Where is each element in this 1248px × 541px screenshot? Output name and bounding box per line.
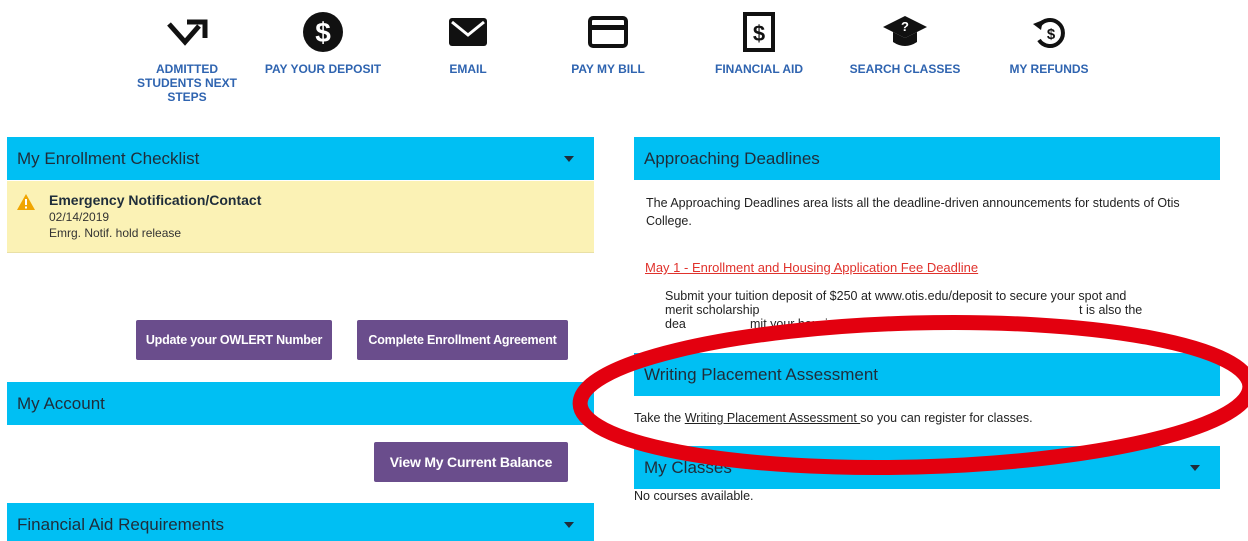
nav-label: ADMITTED STUDENTS NEXT STEPS	[136, 62, 237, 104]
envelope-icon	[449, 18, 487, 46]
nav-pay-bill[interactable]: PAY MY BILL	[548, 8, 668, 76]
checklist-item-title: Emergency Notification/Contact	[49, 192, 262, 208]
deadlines-header: Approaching Deadlines	[634, 137, 1220, 180]
deadline-body-line3-end: mit your housing application fee of $150…	[750, 317, 975, 331]
chevron-down-icon[interactable]	[1190, 465, 1200, 471]
chevron-down-icon[interactable]	[564, 156, 574, 162]
my-account-title: My Account	[17, 394, 105, 413]
complete-enrollment-agreement-button[interactable]: Complete Enrollment Agreement	[357, 320, 568, 360]
checklist-item-note: Emrg. Notif. hold release	[49, 226, 182, 240]
writing-placement-text: Take the Writing Placement Assessment so…	[634, 409, 1033, 427]
writing-text-before: Take the	[634, 411, 685, 425]
nav-label: PAY YOUR DEPOSIT	[264, 62, 382, 76]
my-account-header: My Account	[7, 382, 594, 425]
checklist-item-date: 02/14/2019	[49, 210, 110, 224]
nav-label: EMAIL	[449, 62, 487, 76]
svg-text:$: $	[1047, 26, 1056, 43]
refund-icon: $	[1033, 18, 1065, 48]
update-owlert-button[interactable]: Update your OWLERT Number	[136, 320, 332, 360]
my-classes-title: My Classes	[644, 458, 732, 477]
svg-text:$: $	[753, 21, 765, 46]
deadlines-intro: The Approaching Deadlines area lists all…	[646, 196, 1180, 228]
dollar-document-icon: $	[743, 12, 775, 52]
financial-aid-header[interactable]: Financial Aid Requirements	[7, 503, 594, 541]
dollar-circle-icon: $	[303, 12, 343, 52]
financial-aid-title: Financial Aid Requirements	[17, 515, 224, 534]
enrollment-checklist-title: My Enrollment Checklist	[17, 149, 200, 168]
no-courses-text: No courses available.	[634, 489, 754, 503]
svg-text:$: $	[315, 17, 331, 48]
writing-placement-link[interactable]: Writing Placement Assessment	[685, 411, 861, 425]
chevron-down-icon[interactable]	[564, 522, 574, 528]
svg-text:?: ?	[901, 19, 909, 34]
deadline-body-line3-start: dea	[665, 317, 686, 331]
writing-text-after: so you can register for classes.	[860, 411, 1033, 425]
warning-icon	[17, 194, 35, 210]
nav-pay-deposit[interactable]: $ PAY YOUR DEPOSIT	[263, 8, 383, 76]
enrollment-checklist-header[interactable]: My Enrollment Checklist	[7, 137, 594, 180]
deadline-body-line2-end: t is also the	[1079, 303, 1143, 317]
credit-card-icon	[588, 16, 628, 48]
trending-arrow-icon	[167, 19, 208, 46]
writing-placement-header: Writing Placement Assessment	[634, 353, 1220, 396]
checklist-item[interactable]: Emergency Notification/Contact 02/14/201…	[7, 181, 594, 253]
nav-label: PAY MY BILL	[571, 62, 645, 76]
nav-label: MY REFUNDS	[1009, 62, 1089, 76]
my-classes-header[interactable]: My Classes	[634, 446, 1220, 489]
nav-label: SEARCH CLASSES	[849, 62, 961, 76]
deadline-link[interactable]: May 1 - Enrollment and Housing Applicati…	[645, 260, 978, 275]
nav-financial-aid[interactable]: $ FINANCIAL AID	[699, 8, 819, 76]
view-balance-button[interactable]: View My Current Balance	[374, 442, 568, 482]
writing-placement-title: Writing Placement Assessment	[644, 365, 878, 384]
nav-search-classes[interactable]: ? SEARCH CLASSES	[845, 8, 965, 76]
nav-label: FINANCIAL AID	[715, 62, 803, 76]
graduation-cap-question-icon: ?	[883, 16, 927, 46]
nav-my-refunds[interactable]: $ MY REFUNDS	[989, 8, 1109, 76]
nav-email[interactable]: EMAIL	[408, 8, 528, 76]
deadlines-title: Approaching Deadlines	[644, 149, 820, 168]
nav-admitted-students[interactable]: ADMITTED STUDENTS NEXT STEPS	[127, 8, 247, 104]
